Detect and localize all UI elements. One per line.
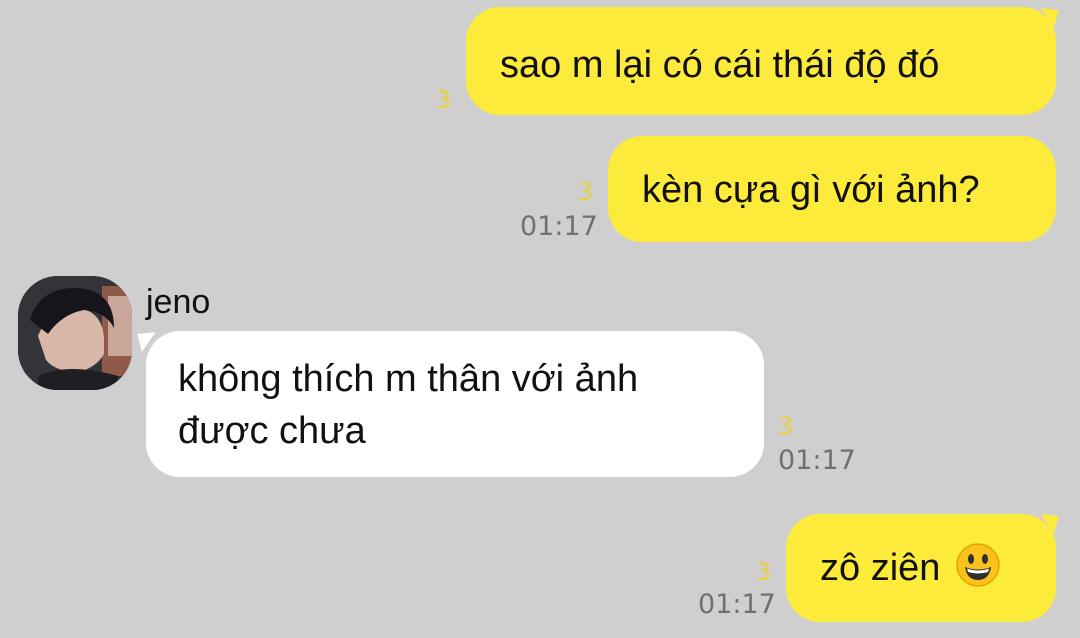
message-timestamp: 01:17 xyxy=(778,445,856,476)
profile-photo-icon xyxy=(18,276,132,390)
avatar[interactable] xyxy=(18,276,132,390)
incoming-message-bubble[interactable]: không thích m thân với ảnh được chưa xyxy=(146,331,764,477)
message-text-line: không thích m thân với ảnh xyxy=(178,358,639,400)
message-timestamp: 01:17 xyxy=(520,211,598,242)
outgoing-message-bubble[interactable]: kèn cựa gì với ảnh? xyxy=(608,136,1056,242)
message-text: kèn cựa gì với ảnh? xyxy=(642,169,980,211)
grinning-face-emoji-icon xyxy=(956,543,1000,587)
message-text: sao m lại có cái thái độ đó xyxy=(500,44,940,86)
message-text: zô ziên xyxy=(820,547,941,589)
message-timestamp: 01:17 xyxy=(698,589,776,620)
outgoing-message-bubble[interactable]: sao m lại có cái thái độ đó xyxy=(466,7,1056,115)
unread-count: 3 xyxy=(436,86,452,114)
outgoing-message-bubble[interactable]: zô ziên xyxy=(786,514,1056,622)
sender-name: jeno xyxy=(146,283,211,321)
unread-count: 3 xyxy=(778,412,794,440)
unread-count: 3 xyxy=(578,178,594,206)
message-text-line: được chưa xyxy=(178,410,366,452)
unread-count: 3 xyxy=(756,558,772,586)
